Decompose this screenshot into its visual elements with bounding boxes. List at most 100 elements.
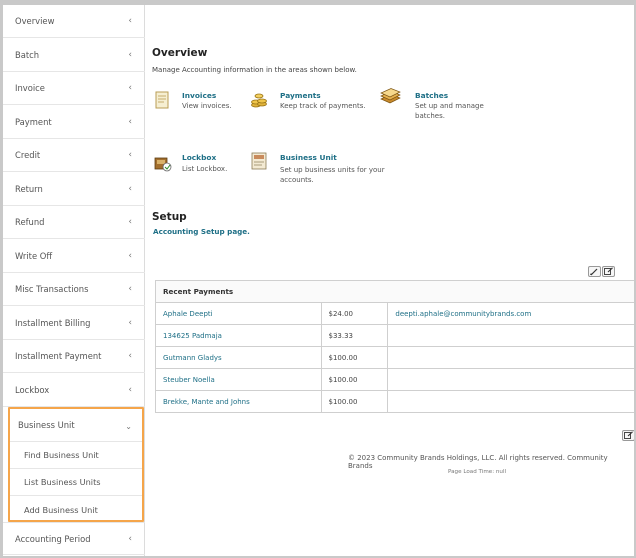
table-row: Gutmann Gladys $100.00 [155,346,634,369]
sidebar-item-write-off[interactable]: Write Off ‹ [3,240,145,273]
payer-name-link[interactable]: Steuber Noella [155,368,322,391]
sidebar-item-label: Overview [15,16,55,26]
setup-title: Setup [152,211,187,223]
payment-amount: $33.33 [320,324,389,347]
sidebar: Overview ‹ Batch ‹ Invoice ‹ Payment ‹ C… [3,5,145,556]
sidebar-item-label: Write Off [15,251,53,261]
lockbox-link[interactable]: Lockbox [182,153,216,162]
sidebar-item-label: Return [15,184,43,194]
sidebar-item-installment-billing[interactable]: Installment Billing ‹ [3,307,145,340]
batches-description-line1: Set up and manage [415,102,484,110]
chevron-left-icon: ‹ [128,184,132,194]
sidebar-item-invoice[interactable]: Invoice ‹ [3,72,145,105]
chevron-left-icon: ‹ [128,16,132,26]
sidebar-subitem-label: Find Business Unit [24,450,99,460]
table-row: Aphale Deepti $24.00 deepti.aphale@commu… [155,302,634,325]
chevron-left-icon: ‹ [128,385,132,395]
edit-icon[interactable] [602,266,615,277]
sidebar-item-installment-payment[interactable]: Installment Payment ‹ [3,340,145,373]
sidebar-item-accounting-period[interactable]: Accounting Period ‹ [3,522,145,555]
sidebar-item-label: Payment [15,117,52,127]
sidebar-item-lockbox[interactable]: Lockbox ‹ [3,374,145,407]
sidebar-item-label: Invoice [15,83,45,93]
table-row: Steuber Noella $100.00 [155,368,634,391]
overview-description: Manage Accounting information in the are… [152,66,357,74]
invoice-icon[interactable] [153,91,171,109]
batches-link[interactable]: Batches [415,91,448,100]
batches-icon[interactable] [380,88,401,106]
invoices-link[interactable]: Invoices [182,91,216,100]
payment-amount: $100.00 [320,346,389,369]
chevron-left-icon: ‹ [128,150,132,160]
business-unit-description-line1: Set up business units for your [280,166,385,174]
sidebar-item-label: Business Unit [18,420,75,430]
sidebar-item-credit[interactable]: Credit ‹ [3,139,145,172]
lockbox-icon[interactable] [153,153,173,173]
lockbox-description: List Lockbox. [182,165,228,173]
business-unit-icon[interactable] [250,152,268,170]
payments-coins-icon[interactable] [250,91,268,109]
chevron-left-icon: ‹ [128,533,132,544]
chevron-down-icon: ⌄ [125,422,132,431]
sidebar-subitem-find-business-unit[interactable]: Find Business Unit [10,442,142,469]
table-header-row: Recent Payments [155,280,634,303]
sidebar-subitem-label: Add Business Unit [24,504,98,515]
payment-amount: $100.00 [320,368,389,391]
chevron-left-icon: ‹ [128,117,132,127]
batches-description-line2: batches. [415,112,445,120]
sidebar-item-label: Credit [15,150,41,160]
brush-icon[interactable] [588,266,601,277]
sidebar-subitem-label: List Business Units [24,477,101,487]
payer-email-link[interactable] [387,324,634,347]
chevron-left-icon: ‹ [128,251,132,261]
business-unit-group: Business Unit ⌄ Find Business Unit List … [8,407,144,522]
payment-amount: $24.00 [320,302,389,325]
invoices-description: View invoices. [182,102,232,110]
accounting-setup-link[interactable]: Accounting Setup page. [153,227,250,236]
sidebar-item-business-unit[interactable]: Business Unit ⌄ [10,409,142,442]
payments-description: Keep track of payments. [280,102,366,110]
sidebar-item-misc-transactions[interactable]: Misc Transactions ‹ [3,273,145,306]
payer-email-link[interactable] [387,390,634,413]
edit-icon[interactable] [622,430,634,441]
overview-title: Overview [152,47,208,59]
payment-amount: $100.00 [320,390,389,413]
payer-name-link[interactable]: Aphale Deepti [155,302,322,325]
sidebar-item-label: Misc Transactions [15,284,89,294]
sidebar-item-refund[interactable]: Refund ‹ [3,206,145,239]
sidebar-item-label: Installment Billing [15,318,91,328]
chevron-left-icon: ‹ [128,318,132,328]
table-row: 134625 Padmaja $33.33 [155,324,634,347]
recent-payments-table: Recent Payments Aphale Deepti $24.00 dee… [155,280,634,413]
sidebar-item-label: Refund [15,217,45,227]
recent-payments-header: Recent Payments [155,280,634,303]
payer-name-link[interactable]: Gutmann Gladys [155,346,322,369]
copyright-text: © 2023 Community Brands Holdings, LLC. A… [348,454,608,470]
page-load-time: Page Load Time: null [448,469,507,475]
sidebar-item-payment[interactable]: Payment ‹ [3,106,145,139]
sidebar-item-return[interactable]: Return ‹ [3,173,145,206]
chevron-left-icon: ‹ [128,217,132,227]
payer-name-link[interactable]: Brekke, Mante and Johns [155,390,322,413]
chevron-left-icon: ‹ [128,351,132,361]
sidebar-item-label: Batch [15,50,40,60]
sidebar-subitem-add-business-unit[interactable]: Add Business Unit [10,496,142,523]
main-content: Overview Manage Accounting information i… [146,5,634,556]
payer-email-link[interactable] [387,346,634,369]
table-row: Brekke, Mante and Johns $100.00 [155,390,634,413]
sidebar-item-overview[interactable]: Overview ‹ [3,5,145,38]
chevron-left-icon: ‹ [128,83,132,93]
chevron-left-icon: ‹ [128,50,132,60]
sidebar-subitem-list-business-units[interactable]: List Business Units [10,469,142,496]
sidebar-item-label: Lockbox [15,385,50,395]
payments-link[interactable]: Payments [280,91,321,100]
sidebar-item-label: Accounting Period [15,533,91,544]
chevron-left-icon: ‹ [128,284,132,294]
app-window: Overview ‹ Batch ‹ Invoice ‹ Payment ‹ C… [3,5,634,556]
sidebar-item-batch[interactable]: Batch ‹ [3,39,145,72]
payer-name-link[interactable]: 134625 Padmaja [155,324,322,347]
payer-email-link[interactable]: deepti.aphale@communitybrands.com [387,302,634,325]
sidebar-item-label: Installment Payment [15,351,102,361]
business-unit-link[interactable]: Business Unit [280,153,337,162]
payer-email-link[interactable] [387,368,634,391]
